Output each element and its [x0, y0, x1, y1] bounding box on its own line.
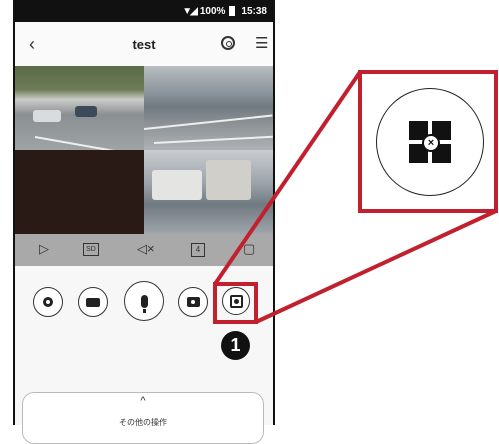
play-icon[interactable]: ▷ — [39, 241, 49, 257]
controls-bar: ▷ SD ◁× 4 ▢ — [15, 234, 273, 266]
building-shape — [206, 160, 251, 200]
camera-view-1[interactable] — [15, 66, 144, 150]
mute-icon[interactable]: ◁× — [137, 241, 155, 257]
microphone-icon — [140, 294, 148, 313]
camera-view-3[interactable] — [15, 150, 144, 234]
road-line — [34, 136, 144, 150]
camera-icon — [186, 297, 200, 307]
status-bar: ▼◢ 100% 15:38 — [15, 0, 273, 22]
zoom-circle: × — [376, 88, 484, 196]
battery-icon — [229, 6, 236, 16]
multi-view-close-icon: × — [409, 121, 451, 163]
ptz-button[interactable] — [33, 287, 63, 317]
chevron-up-icon[interactable]: ^ — [23, 395, 263, 407]
more-actions-label: その他の操作 — [119, 418, 167, 427]
header: ‹ test ☰ — [15, 22, 273, 67]
sd-icon[interactable]: SD — [83, 243, 99, 256]
car-shape — [75, 106, 97, 117]
highlight-box — [213, 282, 258, 324]
zoom-inset: × — [358, 70, 498, 213]
record-button[interactable] — [78, 287, 108, 317]
callout-number-badge: 1 — [221, 331, 250, 360]
video-grid[interactable] — [15, 66, 273, 234]
camera-view-4[interactable] — [144, 150, 273, 234]
more-actions-panel[interactable]: ^ その他の操作 — [22, 392, 264, 444]
ptz-icon — [43, 297, 53, 307]
time-text: 15:38 — [241, 5, 267, 17]
microphone-button[interactable] — [124, 281, 164, 321]
road-line — [153, 135, 273, 144]
split-view-icon[interactable]: 4 — [191, 243, 205, 257]
car-shape — [33, 110, 61, 122]
menu-icon[interactable]: ☰ — [255, 34, 268, 52]
phone-screen: ▼◢ 100% 15:38 ‹ test ☰ ▷ SD ◁× 4 ▢ — [13, 0, 275, 425]
signal-icon: ▼◢ — [182, 5, 198, 17]
building-shape — [152, 170, 202, 200]
callout-line-bottom — [255, 209, 497, 324]
camera-view-2[interactable] — [144, 66, 273, 150]
close-icon: × — [422, 134, 440, 152]
video-record-icon — [86, 297, 100, 307]
page-icon[interactable]: ▢ — [243, 241, 255, 257]
road-line — [144, 114, 273, 130]
battery-text: 100% — [199, 5, 226, 17]
gear-icon[interactable] — [221, 36, 235, 50]
snapshot-button[interactable] — [178, 287, 208, 317]
